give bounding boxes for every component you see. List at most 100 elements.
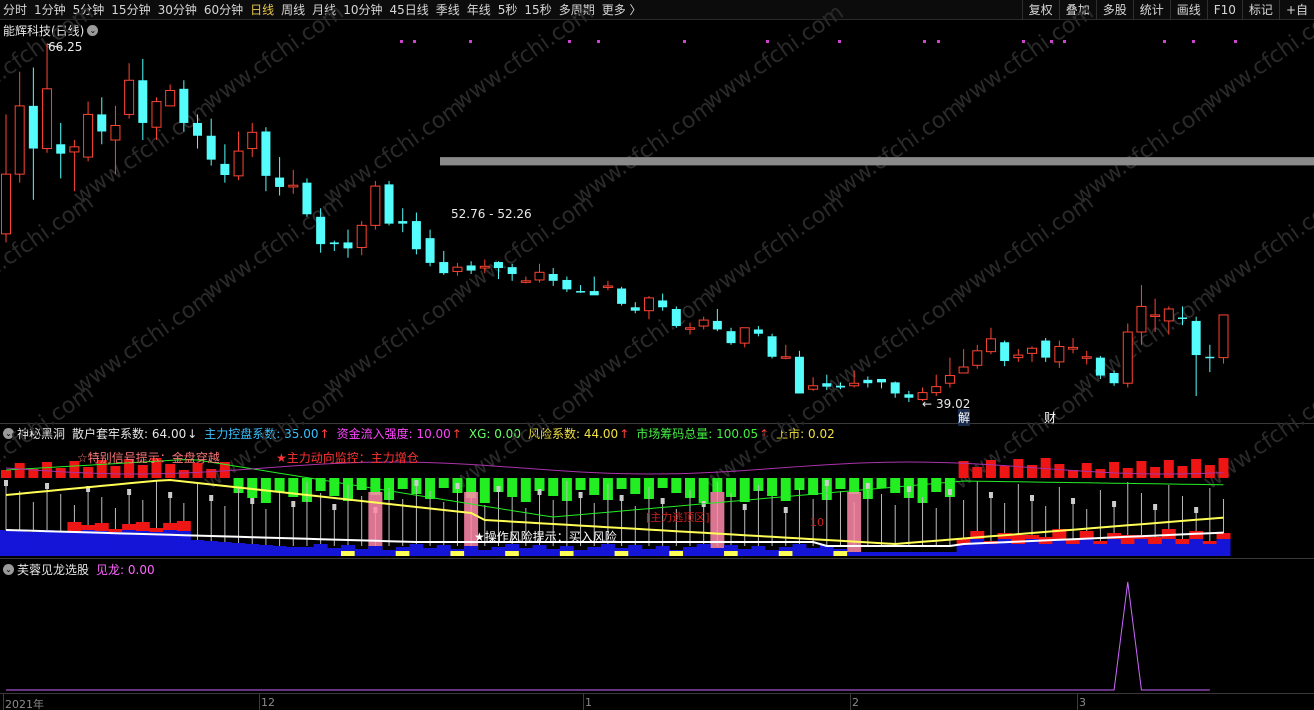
- x-axis-label: 2: [852, 696, 859, 709]
- chip-cap: [578, 492, 583, 498]
- candle-body: [124, 79, 135, 115]
- volume-yellow-cap: [450, 551, 465, 556]
- candle-body: [1081, 356, 1092, 359]
- candle-body: [425, 238, 435, 263]
- volume-red-cap: [149, 528, 164, 532]
- main-force-red-bar: [1150, 467, 1161, 478]
- chart-canvas[interactable]: www.cfchi.com www.cfchi.com www.cfchi.com w…: [0, 0, 1314, 710]
- main-force-green-bar: [849, 478, 860, 494]
- volume-blue-bar: [765, 550, 780, 556]
- candle-body: [151, 101, 162, 128]
- chip-cap: [127, 489, 132, 495]
- signal-dot: [1192, 40, 1195, 43]
- watermark-text: www.cfchi.com: [1069, 95, 1218, 210]
- volume-blue-bar: [573, 550, 588, 556]
- candle-body: [370, 185, 381, 226]
- candle-body: [1027, 347, 1037, 354]
- chip-cap: [783, 507, 788, 513]
- main-force-red-bar: [55, 468, 66, 478]
- main-force-red-bar: [1081, 463, 1092, 478]
- main-force-green-bar: [356, 478, 367, 490]
- signal-dot: [838, 40, 841, 43]
- volume-yellow-cap: [778, 551, 793, 556]
- volume-blue-bar: [683, 547, 697, 556]
- signal-dot: [1063, 40, 1066, 43]
- x-axis-tick: [3, 693, 4, 710]
- volume-blue-bar: [108, 532, 123, 556]
- candle-body: [972, 350, 983, 366]
- volume-red-cap: [94, 523, 109, 531]
- candle-body: [643, 297, 654, 312]
- high-price-label: 66.25: [48, 40, 83, 54]
- main-force-red-bar: [1013, 459, 1024, 478]
- candle-body: [671, 308, 681, 327]
- volume-yellow-cap: [341, 551, 355, 556]
- candle-body: [206, 135, 216, 160]
- volume-blue-bar: [1175, 544, 1190, 556]
- volume-blue-bar: [313, 544, 328, 556]
- candle-body: [1095, 357, 1105, 376]
- main-force-green-bar: [589, 478, 600, 495]
- event-marker-jie[interactable]: 解: [958, 409, 971, 426]
- main-force-red-bar: [1136, 461, 1147, 478]
- candle-body: [726, 331, 736, 344]
- volume-red-cap: [67, 522, 82, 532]
- volume-blue-bar: [491, 547, 506, 556]
- volume-blue-bar: [641, 549, 656, 556]
- stock-chart-window: 分时 1分钟 5分钟 15分钟 30分钟 60分钟 日线 周线 月线 10分钟 45日线 季线 年线 5秒…: [0, 0, 1314, 710]
- main-force-green-bar: [780, 478, 791, 501]
- main-force-red-bar: [972, 467, 983, 478]
- chip-cap: [537, 489, 542, 495]
- watermark-text: www.cfchi.com: [319, 285, 468, 400]
- watermark-text: www.cfchi.com: [199, 0, 348, 115]
- chip-cap: [250, 498, 255, 504]
- chip-cap: [168, 492, 173, 498]
- watermark-text: www.cfchi.com: [949, 0, 1098, 115]
- volume-blue-bar: [327, 548, 342, 556]
- signal-dot: [568, 40, 571, 43]
- main-force-green-bar: [274, 478, 285, 492]
- volume-blue-bar: [888, 552, 903, 556]
- chip-cap: [1112, 501, 1117, 507]
- volume-blue-bar: [587, 547, 602, 556]
- volume-blue-bar: [94, 531, 109, 556]
- event-marker-cai[interactable]: 财: [1044, 409, 1056, 426]
- candle-body: [602, 285, 613, 288]
- chip-cap: [947, 489, 952, 495]
- candle-body: [1205, 356, 1215, 359]
- volume-yellow-cap: [505, 551, 520, 556]
- main-force-red-bar: [206, 469, 217, 478]
- volume-yellow-cap: [833, 551, 848, 556]
- watermark-text: www.cfchi.com: [1199, 0, 1314, 115]
- candle-body: [1, 173, 11, 235]
- volume-blue-bar: [1052, 539, 1067, 556]
- volume-blue-bar: [245, 544, 260, 556]
- candle-body: [261, 131, 271, 176]
- volume-blue-bar: [409, 544, 424, 556]
- candle-body: [1163, 308, 1174, 322]
- signal-dot: [413, 40, 416, 43]
- candle-body: [275, 177, 285, 187]
- watermark-text: www.cfchi.com: [699, 190, 848, 305]
- main-force-red-bar: [137, 465, 148, 478]
- volume-blue-bar: [929, 552, 944, 556]
- signal-dot: [766, 40, 769, 43]
- watermark-text: www.cfchi.com: [699, 380, 848, 495]
- chip-cap: [824, 480, 829, 486]
- main-force-green-bar: [767, 478, 778, 496]
- main-force-red-bar: [1054, 464, 1065, 478]
- candle-body: [1068, 346, 1079, 350]
- volume-yellow-cap: [395, 551, 410, 556]
- candle-body: [739, 327, 750, 344]
- candle-body: [985, 338, 996, 353]
- chip-cap: [4, 480, 8, 486]
- signal-dot: [597, 40, 600, 43]
- candle-body: [439, 262, 449, 274]
- volume-blue-bar: [464, 546, 479, 556]
- candle-body: [712, 320, 722, 330]
- volume-blue-bar: [655, 546, 670, 556]
- main-force-green-bar: [890, 478, 901, 493]
- main-force-green-bar: [575, 478, 586, 490]
- volume-blue-bar: [81, 530, 96, 556]
- volume-yellow-cap: [614, 551, 629, 556]
